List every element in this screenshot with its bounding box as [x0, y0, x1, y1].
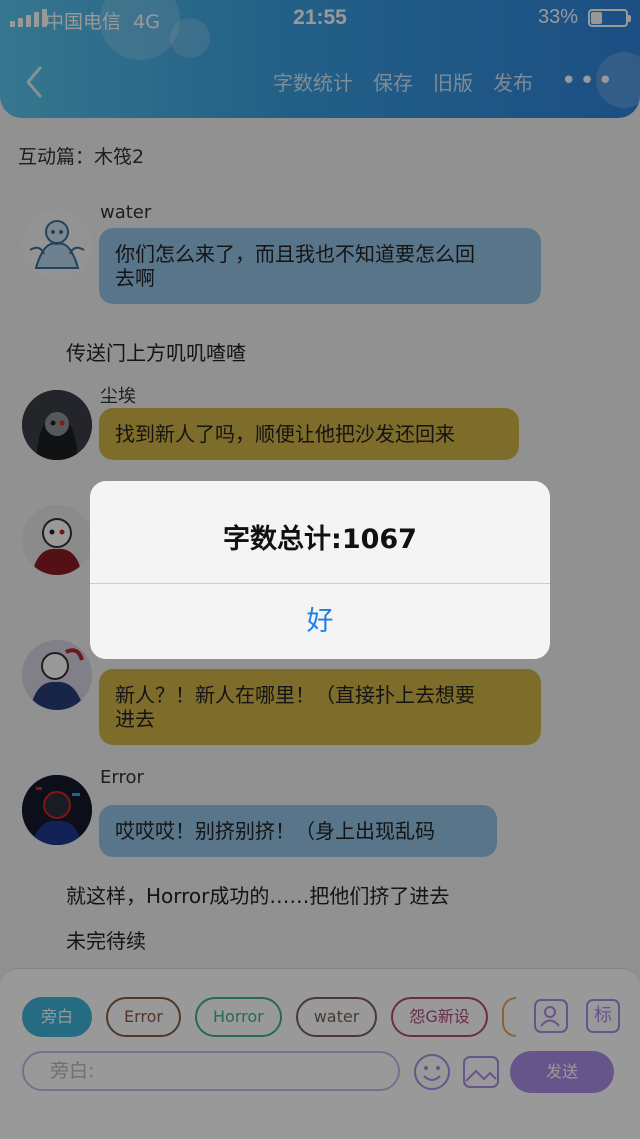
alert-dialog: 字数总计:1067 好 [90, 481, 550, 659]
alert-title: 字数总计:1067 [223, 524, 417, 555]
alert-ok-button[interactable]: 好 [90, 584, 550, 659]
